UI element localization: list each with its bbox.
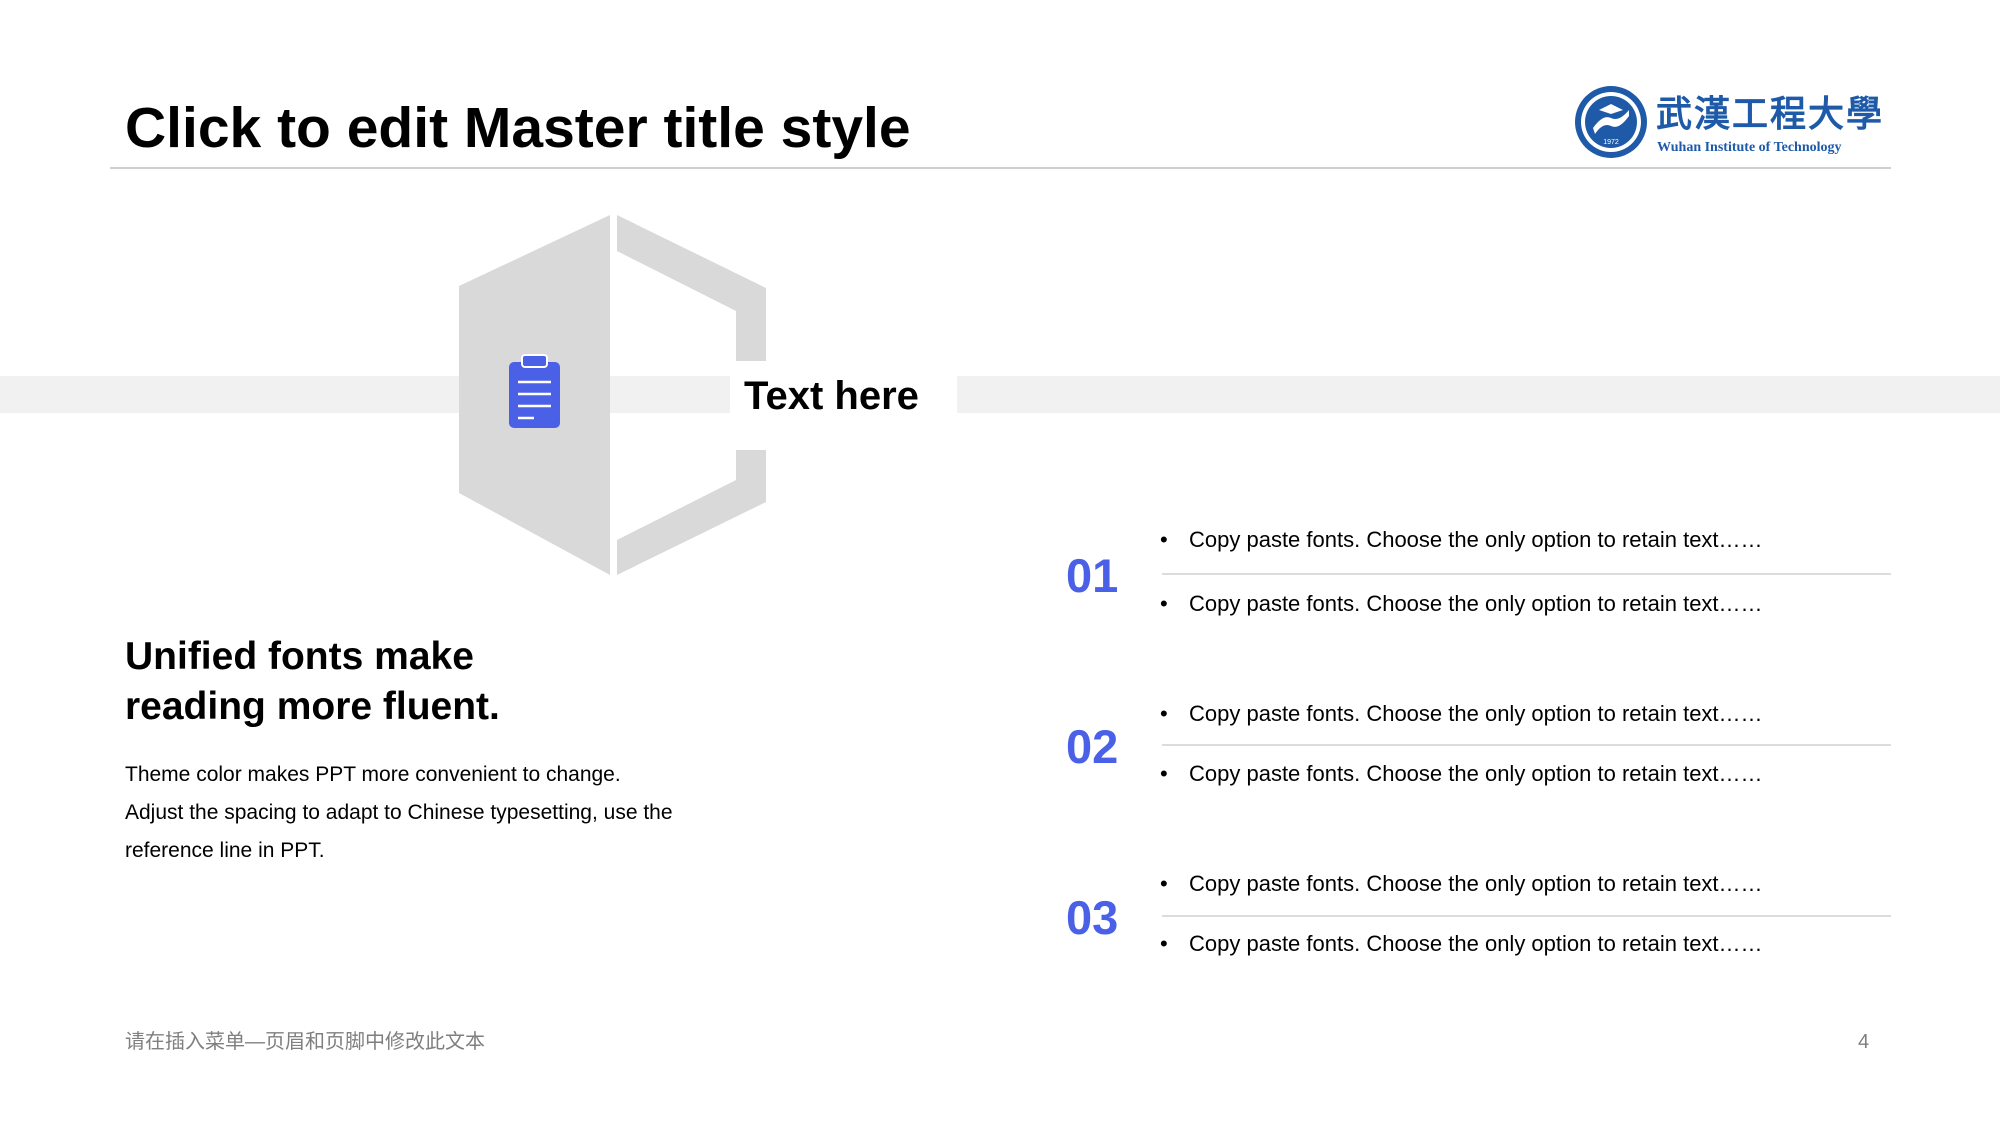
item-number-02[interactable]: 02 <box>1066 719 1118 775</box>
university-logo: 1972 武漢工程大學 Wuhan Institute of Technolog… <box>1575 86 1884 158</box>
headline-line-1: Unified fonts make <box>125 635 474 678</box>
item-01-bullet-2[interactable]: • Copy paste fonts. Choose the only optio… <box>1160 590 1763 618</box>
item-03-bullet-2[interactable]: • Copy paste fonts. Choose the only optio… <box>1160 930 1763 958</box>
bullet-text: Copy paste fonts. Choose the only option… <box>1189 871 1763 896</box>
item-01-bullet-1[interactable]: • Copy paste fonts. Choose the only optio… <box>1160 526 1763 554</box>
clipboard-icon <box>509 354 560 428</box>
headline-line-2: reading more fluent. <box>125 685 500 728</box>
item-02-bullet-2[interactable]: • Copy paste fonts. Choose the only optio… <box>1160 760 1763 788</box>
logo-chinese-name: 武漢工程大學 <box>1656 93 1884 135</box>
bullet-text: Copy paste fonts. Choose the only option… <box>1189 527 1763 552</box>
highlight-band <box>0 376 2000 413</box>
page-number: 4 <box>1858 1031 1870 1053</box>
body-line-2: Adjust the spacing to adapt to Chinese t… <box>125 801 673 824</box>
item-01-divider <box>1162 573 1891 575</box>
body-line-3: reference line in PPT. <box>125 839 325 862</box>
bullet-text: Copy paste fonts. Choose the only option… <box>1189 701 1763 726</box>
emblem-icon: 1972 <box>1575 86 1647 158</box>
bullet-dot: • <box>1160 527 1168 552</box>
item-number-01[interactable]: 01 <box>1066 548 1118 604</box>
bullet-text: Copy paste fonts. Choose the only option… <box>1189 931 1763 956</box>
item-02-divider <box>1162 744 1891 746</box>
headline[interactable]: Unified fonts make reading more fluent. <box>125 632 725 732</box>
item-03-bullet-1[interactable]: • Copy paste fonts. Choose the only optio… <box>1160 870 1763 898</box>
bullet-dot: • <box>1160 701 1168 726</box>
svg-text:1972: 1972 <box>1603 139 1619 146</box>
bullet-dot: • <box>1160 761 1168 786</box>
bullet-dot: • <box>1160 871 1168 896</box>
title-divider <box>110 167 1891 169</box>
logo-english-name: Wuhan Institute of Technology <box>1657 140 1842 155</box>
footer-text[interactable]: 请在插入菜单—页眉和页脚中修改此文本 <box>125 1029 485 1055</box>
bullet-dot: • <box>1160 591 1168 616</box>
item-02-bullet-1[interactable]: • Copy paste fonts. Choose the only optio… <box>1160 700 1763 728</box>
bullet-dot: • <box>1160 931 1168 956</box>
body-paragraph[interactable]: Theme color makes PPT more convenient to… <box>125 756 765 870</box>
bullet-text: Copy paste fonts. Choose the only option… <box>1189 761 1763 786</box>
slide-title[interactable]: Click to edit Master title style <box>125 92 911 164</box>
bullet-text: Copy paste fonts. Choose the only option… <box>1189 591 1763 616</box>
item-number-03[interactable]: 03 <box>1066 890 1118 946</box>
item-03-divider <box>1162 915 1891 917</box>
body-line-1: Theme color makes PPT more convenient to… <box>125 763 621 786</box>
band-label[interactable]: Text here <box>744 372 919 420</box>
